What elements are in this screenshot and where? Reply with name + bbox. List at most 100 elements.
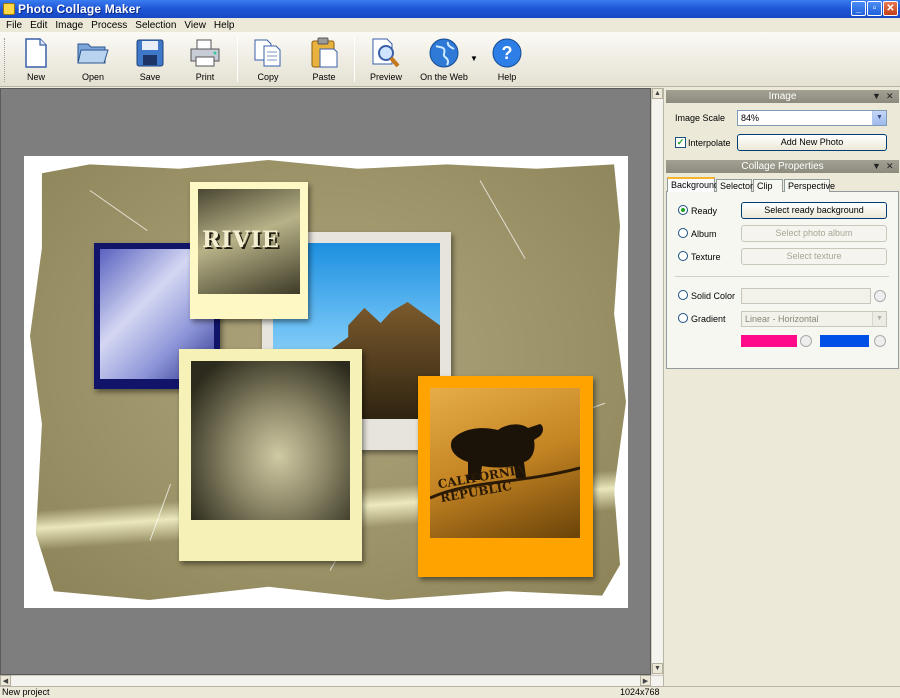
color-picker-icon[interactable] [874,290,886,302]
image-scale-select[interactable]: 84% ▼ [737,110,887,126]
add-new-photo-button[interactable]: Add New Photo [737,134,887,151]
tab-perspective[interactable]: Perspective [784,179,835,192]
on-the-web-label: On the Web [420,72,468,82]
gradient-label: Gradient [691,314,726,324]
color-picker-icon[interactable] [800,335,812,347]
scroll-left-arrow[interactable]: ◀ [0,675,11,686]
menu-help[interactable]: Help [210,20,239,31]
scroll-right-arrow[interactable]: ▶ [640,675,651,686]
new-button[interactable]: New [8,37,64,85]
bunny-photo[interactable] [179,349,362,561]
ready-label: Ready [691,206,718,216]
select-texture-button[interactable]: Select texture [741,248,887,265]
menu-file[interactable]: File [2,20,26,31]
gradient-type-value: Linear - Horizontal [745,314,819,324]
california-flag-photo[interactable]: CALIFORNIA REPUBLIC [418,376,593,577]
collapse-icon[interactable]: ▼ [872,160,881,173]
app-icon [3,3,15,15]
toolbar: New Open Save Print Copy Paste Preview O… [0,32,900,87]
title-bar: Photo Collage Maker _ ▫ ✕ [0,0,900,18]
chevron-down-icon[interactable]: ▼ [872,111,886,125]
rivie-sign-photo[interactable]: RIVIE [190,182,308,319]
toolbar-separator [354,36,355,82]
tab-clip-art[interactable]: Clip Art [753,179,783,203]
new-label: New [26,72,45,82]
canvas-area[interactable]: RIVIE CALIFORNIA REPUBLIC [0,88,651,675]
collage-panel-title: Collage Properties [741,161,824,172]
solid-color-label: Solid Color [691,291,736,301]
svg-text:?: ? [502,43,513,63]
color-picker-icon[interactable] [874,335,886,347]
rivie-sign-text: RIVIE [202,227,280,253]
gradient-type-select[interactable]: Linear - Horizontal ▼ [741,311,887,327]
open-button[interactable]: Open [65,37,121,85]
toolbar-grip[interactable] [4,38,7,82]
album-radio[interactable] [678,228,688,238]
close-panel-icon[interactable]: ✕ [886,90,894,103]
crack-line [89,190,148,232]
solid-color-field[interactable] [741,288,871,304]
collage-panel-header: Collage Properties ▼ ✕ [666,160,899,173]
printer-icon [189,37,221,69]
menu-view[interactable]: View [180,20,210,31]
interpolate-checkbox[interactable]: ✓ [675,137,686,148]
photo-image [191,361,350,520]
menu-bar: File Edit Image Process Selection View H… [0,18,900,32]
menu-process[interactable]: Process [87,20,131,31]
image-panel-header: Image ▼ ✕ [666,90,899,103]
collapse-icon[interactable]: ▼ [872,90,881,103]
tab-background[interactable]: Background [667,177,719,193]
chevron-down-icon[interactable]: ▼ [470,54,478,63]
print-button[interactable]: Print [177,37,233,85]
vertical-scrollbar[interactable]: ▲ ▼ [651,88,663,675]
gradient-end-swatch[interactable] [820,335,869,347]
scroll-up-arrow[interactable]: ▲ [652,88,663,99]
interpolate-label: Interpolate [688,138,731,148]
horizontal-scrollbar[interactable]: ◀ ▶ [0,675,663,686]
preview-label: Preview [369,72,402,82]
open-label: Open [81,72,105,82]
select-ready-background-button[interactable]: Select ready background [741,202,887,219]
maximize-button[interactable]: ▫ [867,1,882,16]
new-document-icon [20,37,52,69]
preview-button[interactable]: Preview [358,37,414,85]
collage-tabs: Background Selector Clip Art Perspective [666,177,899,203]
toolbar-separator [237,36,238,82]
close-button[interactable]: ✕ [883,1,898,16]
gradient-start-swatch[interactable] [741,335,797,347]
select-photo-album-button[interactable]: Select photo album [741,225,887,242]
gradient-radio[interactable] [678,313,688,323]
clipboard-icon [308,37,340,69]
floppy-disk-icon [134,37,166,69]
close-panel-icon[interactable]: ✕ [886,160,894,173]
save-label: Save [139,72,161,82]
canvas-size-text: 1024x768 [620,687,660,697]
save-button[interactable]: Save [122,37,178,85]
collage-page[interactable]: RIVIE CALIFORNIA REPUBLIC [24,156,628,608]
globe-icon [428,37,460,69]
image-panel-title: Image [768,91,797,102]
ready-radio[interactable] [678,205,688,215]
on-the-web-button[interactable]: On the Web [416,37,472,85]
copy-button[interactable]: Copy [240,37,296,85]
window-title: Photo Collage Maker [18,2,141,16]
image-scale-value: 84% [741,113,760,123]
tab-selector[interactable]: Selector [716,179,753,192]
texture-radio[interactable] [678,251,688,261]
print-label: Print [195,72,215,82]
texture-label: Texture [691,252,721,262]
menu-image[interactable]: Image [51,20,87,31]
crack-line [479,180,526,259]
menu-edit[interactable]: Edit [26,20,51,31]
status-text: New project [2,687,50,697]
paste-label: Paste [312,72,336,82]
menu-selection[interactable]: Selection [131,20,180,31]
album-label: Album [691,229,717,239]
solid-color-radio[interactable] [678,290,688,300]
properties-panel: Image ▼ ✕ Image Scale 84% ▼ ✓ Interpolat… [663,88,900,686]
scroll-down-arrow[interactable]: ▼ [652,663,663,674]
chevron-down-icon[interactable]: ▼ [872,312,886,326]
minimize-button[interactable]: _ [851,1,866,16]
paste-button[interactable]: Paste [296,37,352,85]
help-button[interactable]: ? Help [479,37,535,85]
